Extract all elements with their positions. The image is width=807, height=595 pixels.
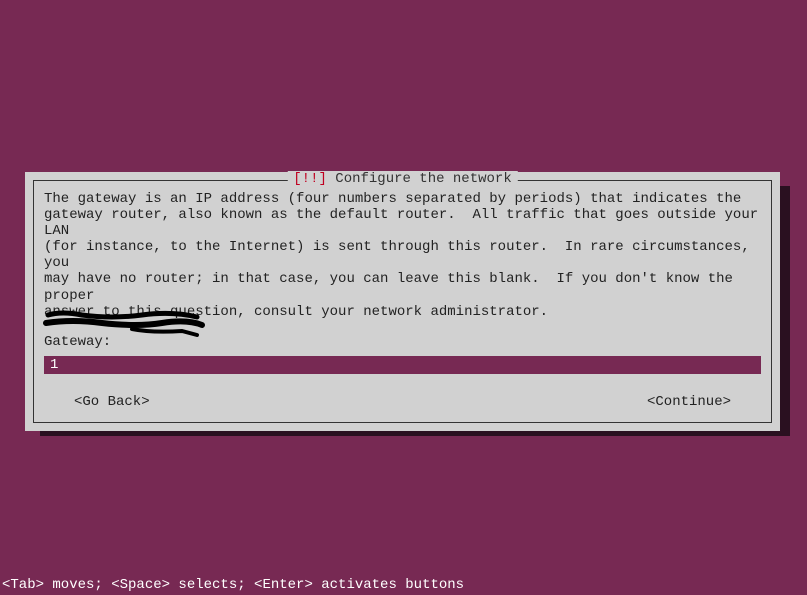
help-bar: <Tab> moves; <Space> selects; <Enter> ac… [2,577,464,593]
gateway-label: Gateway: [44,334,761,350]
configure-network-dialog: [!!] Configure the network The gateway i… [25,172,780,431]
button-row: <Go Back> <Continue> [44,394,761,412]
go-back-button[interactable]: <Go Back> [74,394,150,410]
gateway-input[interactable] [44,356,761,374]
continue-button[interactable]: <Continue> [647,394,731,410]
dialog-title-bang: [!!] [293,171,327,187]
dialog-title-text: Configure the network [335,171,511,187]
gateway-description: The gateway is an IP address (four numbe… [44,191,761,320]
dialog-inner: [!!] Configure the network The gateway i… [33,180,772,423]
dialog-title: [!!] Configure the network [287,171,517,187]
